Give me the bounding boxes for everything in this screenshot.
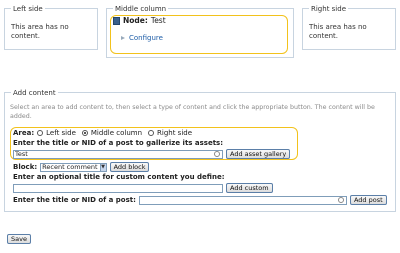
gallery-label: Enter the title or NID of a post to gall…	[13, 139, 224, 147]
add-content-title: Add content	[11, 89, 58, 97]
custom-label-row: Enter an optional title for custom conte…	[13, 173, 225, 181]
autocomplete-icon	[214, 151, 220, 157]
add-block-button[interactable]: Add block	[109, 162, 150, 172]
block-label: Block:	[13, 163, 38, 171]
gallery-input[interactable]: Test	[13, 149, 223, 159]
block-select-value: Recent comment	[42, 162, 98, 171]
add-asset-gallery-button[interactable]: Add asset gallery	[226, 149, 291, 159]
post-input[interactable]	[138, 195, 347, 205]
node-item: Node: Test	[113, 16, 166, 25]
chevron-down-icon: ▼	[99, 163, 106, 171]
node-icon	[113, 16, 120, 25]
custom-input-row: Add custom	[13, 183, 273, 193]
left-side-title: Left side	[11, 5, 45, 13]
gallery-label-row: Enter the title or NID of a post to gall…	[13, 139, 223, 147]
custom-title-input[interactable]	[13, 183, 223, 193]
gallery-input-value: Test	[15, 149, 28, 158]
middle-column-region: Middle column Node: Test Configure	[106, 5, 294, 58]
block-row: Block: Recent comment ▼ Add block	[13, 162, 150, 172]
save-button[interactable]: Save	[7, 234, 31, 244]
left-side-region: Left side This area has no content.	[4, 5, 98, 50]
post-row: Enter the title or NID of a post: Add po…	[13, 195, 387, 205]
add-post-button[interactable]: Add post	[349, 195, 387, 205]
area-radio-left[interactable]	[37, 130, 44, 136]
area-radio-right[interactable]	[148, 130, 155, 136]
right-side-empty-text: This area has no content.	[309, 23, 367, 40]
area-option-middle[interactable]: Middle column	[91, 129, 142, 137]
post-label: Enter the title or NID of a post:	[13, 196, 136, 204]
autocomplete-icon	[337, 197, 344, 203]
configure-row: Configure	[121, 34, 163, 42]
middle-column-title: Middle column	[113, 5, 169, 13]
gallery-input-row: Test Add asset gallery	[13, 149, 291, 159]
add-content-fieldset: Add content Select an area to add conten…	[4, 89, 396, 212]
node-value: Test	[150, 16, 166, 25]
area-radio-middle[interactable]	[81, 130, 88, 136]
left-side-empty-text: This area has no content.	[11, 23, 69, 40]
block-select[interactable]: Recent comment ▼	[40, 162, 107, 172]
area-option-left[interactable]: Left side	[46, 129, 76, 137]
custom-label: Enter an optional title for custom conte…	[13, 173, 225, 181]
right-side-title: Right side	[309, 5, 348, 13]
area-row: Area: Left side Middle column Right side	[13, 129, 192, 137]
add-custom-button[interactable]: Add custom	[226, 183, 273, 193]
configure-link[interactable]: Configure	[129, 34, 163, 42]
area-option-right[interactable]: Right side	[157, 129, 192, 137]
right-side-region: Right side This area has no content.	[302, 5, 396, 50]
expand-arrow-icon[interactable]	[121, 36, 125, 40]
node-label: Node:	[123, 16, 148, 25]
add-content-description: Select an area to add content to, then s…	[10, 104, 375, 120]
area-label: Area:	[13, 129, 35, 137]
